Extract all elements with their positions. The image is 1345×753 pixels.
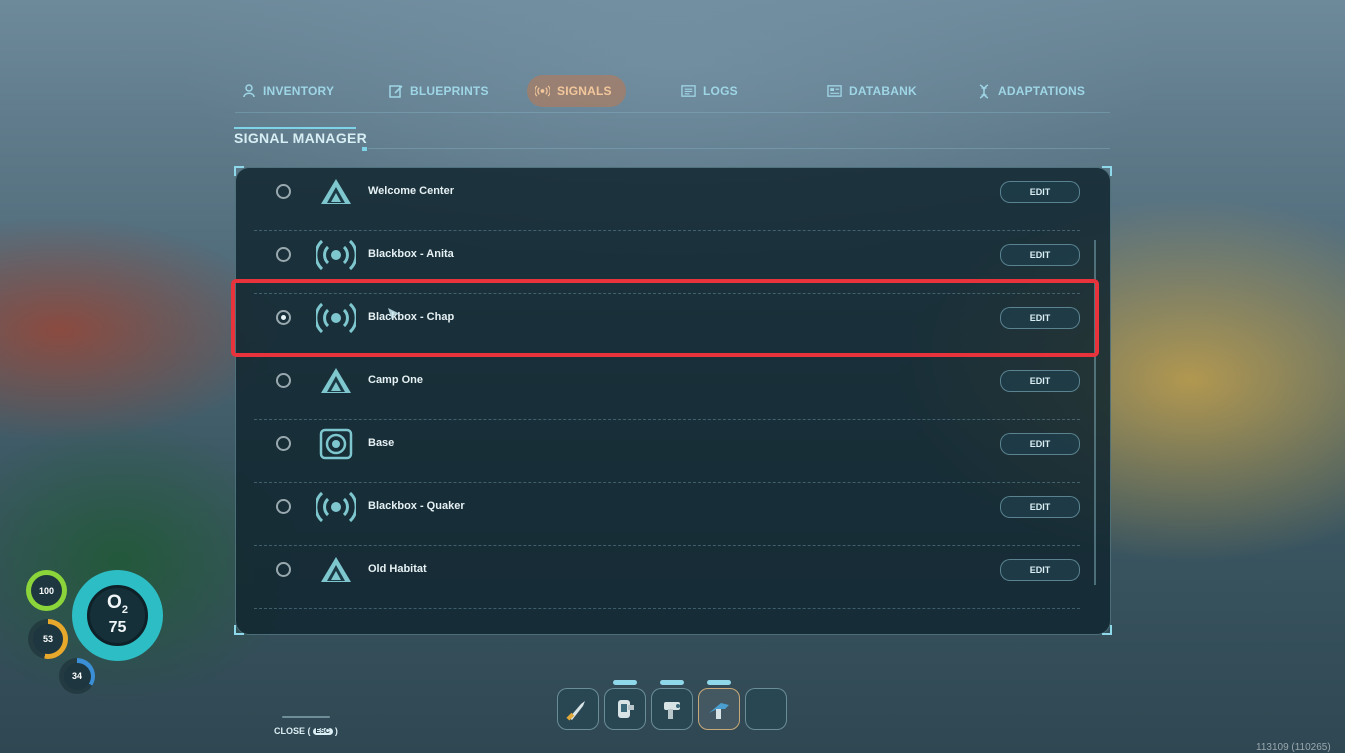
section-title: SIGNAL MANAGER (234, 130, 368, 146)
databank-icon (827, 84, 842, 99)
oxygen-meter: O2 75 (72, 570, 163, 661)
close-bar (282, 716, 330, 718)
tab-databank[interactable]: DATABANK (827, 75, 917, 107)
signal-name: Base (368, 437, 395, 449)
dna-icon (976, 83, 991, 99)
close-paren: ) (334, 726, 338, 736)
tab-label: ADAPTATIONS (998, 84, 1086, 98)
water-value: 34 (63, 662, 91, 690)
hotbar-slot-empty[interactable] (745, 688, 787, 730)
tab-signals[interactable]: SIGNALS (527, 75, 626, 107)
hotbar-slot-2[interactable] (604, 688, 646, 730)
close-button[interactable]: CLOSE ( ESC ) (274, 726, 338, 736)
title-underline (234, 127, 356, 129)
signal-radio[interactable] (276, 373, 291, 388)
broadcast-icon (314, 237, 358, 273)
oxygen-value: 75 (108, 618, 127, 636)
triangle-beacon-icon (314, 174, 358, 210)
health-meter: 100 (26, 570, 67, 611)
broadcast-icon (314, 489, 358, 525)
edit-button[interactable]: EDIT (1000, 370, 1080, 392)
oxygen-label: O2 (107, 592, 128, 616)
tab-label: BLUEPRINTS (410, 84, 489, 98)
row-divider (254, 608, 1080, 609)
signal-row[interactable]: Welcome Center EDIT (236, 168, 1110, 231)
hotbar-slot-3[interactable] (651, 688, 693, 730)
slot-battery-indicator (613, 680, 637, 685)
cursor-icon (386, 306, 402, 327)
panel-corner (234, 625, 244, 635)
hotbar-slot-1[interactable] (557, 688, 599, 730)
logs-icon (681, 84, 696, 99)
signal-name: Camp One (368, 374, 424, 386)
signal-radio[interactable] (276, 184, 291, 199)
food-meter: 53 (28, 619, 68, 659)
triangle-beacon-icon (314, 363, 358, 399)
tab-label: LOGS (703, 84, 738, 98)
signal-icon (535, 84, 550, 99)
scanner-icon (618, 700, 634, 718)
edit-button[interactable]: EDIT (1000, 559, 1080, 581)
triangle-beacon-icon (314, 552, 358, 588)
repair-tool-icon (664, 702, 680, 719)
slot-battery-indicator (707, 680, 731, 685)
signal-row[interactable]: Blackbox - Quaker EDIT (236, 483, 1110, 546)
esc-key: ESC (312, 727, 333, 735)
signal-name: Old Habitat (368, 563, 427, 575)
water-meter: 34 (59, 658, 95, 694)
hotbar-slot-4[interactable] (698, 688, 740, 730)
health-value: 100 (31, 575, 62, 606)
signal-radio[interactable] (276, 436, 291, 451)
panel-corner (1102, 625, 1112, 635)
oxygen-dial: O2 75 (87, 585, 148, 646)
builder-icon (709, 703, 729, 719)
blueprint-icon (388, 84, 403, 99)
signal-radio[interactable] (276, 247, 291, 262)
edit-button[interactable]: EDIT (1000, 244, 1080, 266)
tab-label: INVENTORY (263, 84, 335, 98)
survival-knife-icon (566, 701, 585, 721)
close-label: CLOSE ( (274, 726, 311, 736)
signal-row[interactable]: Camp One EDIT (236, 357, 1110, 420)
panel-corner (1102, 166, 1112, 176)
person-icon (241, 84, 256, 99)
tab-inventory[interactable]: INVENTORY (241, 75, 334, 107)
tab-bar: INVENTORY BLUEPRINTS SIGNALS LOGS DATABA… (235, 70, 1110, 113)
signal-name: Blackbox - Anita (368, 248, 454, 260)
highlight-box (231, 279, 1099, 357)
tab-blueprints[interactable]: BLUEPRINTS (388, 75, 489, 107)
title-divider (368, 148, 1110, 149)
tab-adaptations[interactable]: ADAPTATIONS (976, 75, 1085, 107)
signal-row[interactable]: Base EDIT (236, 420, 1110, 483)
tab-logs[interactable]: LOGS (681, 75, 738, 107)
signal-radio[interactable] (276, 562, 291, 577)
edit-button[interactable]: EDIT (1000, 496, 1080, 518)
signal-name: Blackbox - Quaker (368, 500, 465, 512)
base-icon (314, 426, 358, 462)
signal-radio[interactable] (276, 499, 291, 514)
edit-button[interactable]: EDIT (1000, 433, 1080, 455)
edit-button[interactable]: EDIT (1000, 181, 1080, 203)
signal-name: Welcome Center (368, 185, 454, 197)
title-accent (362, 147, 367, 151)
food-value: 53 (33, 624, 63, 654)
version-number: 113109 (110265) (1256, 742, 1331, 753)
tab-label: DATABANK (849, 84, 917, 98)
signal-list-panel: Welcome Center EDIT Blackbox - Anita EDI… (235, 167, 1111, 635)
panel-corner (234, 166, 244, 176)
tab-label: SIGNALS (557, 84, 612, 98)
signal-row[interactable]: Old Habitat EDIT (236, 546, 1110, 609)
slot-battery-indicator (660, 680, 684, 685)
